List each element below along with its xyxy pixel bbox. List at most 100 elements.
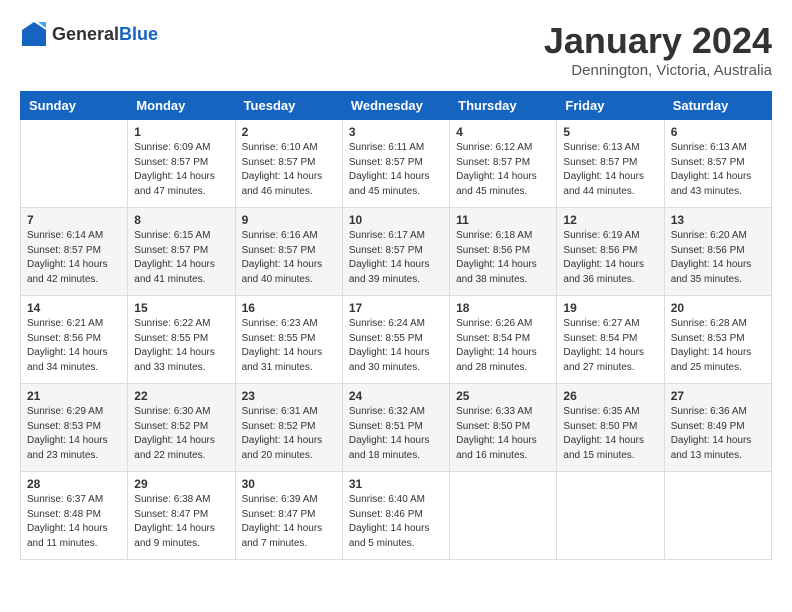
logo-general: General [52,24,119,44]
weekday-header-sunday: Sunday [21,92,128,120]
day-number: 29 [134,477,228,491]
calendar-cell: 5Sunrise: 6:13 AMSunset: 8:57 PMDaylight… [557,120,664,208]
calendar-cell: 20 Sunrise: 6:28 AMSunset: 8:53 PMDayligh… [664,296,771,384]
day-info: Sunrise: 6:13 AMSunset: 8:57 PMDaylight:… [671,141,765,199]
day-number: 9 [242,213,336,227]
calendar-cell: 7 Sunrise: 6:14 AMSunset: 8:57 PMDaylight… [21,208,128,296]
day-number: 19 [563,301,657,315]
day-info: Sunrise: 6:12 AMSunset: 8:57 PMDaylight:… [456,141,550,199]
calendar-week-3: 14Sunrise: 6:21 AMSunset: 8:56 PMDayligh… [21,296,772,384]
day-number: 7 [27,213,121,227]
day-info: Sunrise: 6:09 AMSunset: 8:57 PMDaylight:… [134,141,228,199]
calendar-cell: 24Sunrise: 6:32 AMSunset: 8:51 PMDayligh… [342,384,449,472]
logo-blue: Blue [119,24,158,44]
calendar-cell: 31 Sunrise: 6:40 AMSunset: 8:46 PMDayligh… [342,472,449,560]
day-number: 31 [349,477,443,491]
day-number: 23 [242,389,336,403]
day-number: 12 [563,213,657,227]
day-number: 22 [134,389,228,403]
calendar-header: SundayMondayTuesdayWednesdayThursdayFrid… [21,92,772,120]
day-number: 15 [134,301,228,315]
day-number: 6 [671,125,765,139]
day-number: 13 [671,213,765,227]
day-info: Sunrise: 6:27 AMSunset: 8:54 PMDaylight:… [563,317,657,375]
location-subtitle: Dennington, Victoria, Australia [544,62,772,79]
weekday-header-thursday: Thursday [450,92,557,120]
calendar-week-2: 7 Sunrise: 6:14 AMSunset: 8:57 PMDaylight… [21,208,772,296]
day-info: Sunrise: 6:28 AMSunset: 8:53 PMDaylight:… [671,317,765,375]
calendar-cell: 10Sunrise: 6:17 AMSunset: 8:57 PMDayligh… [342,208,449,296]
day-number: 20 [671,301,765,315]
day-number: 25 [456,389,550,403]
day-info: Sunrise: 6:13 AMSunset: 8:57 PMDaylight:… [563,141,657,199]
title-area: January 2024 Dennington, Victoria, Austr… [544,20,772,79]
day-info: Sunrise: 6:14 AMSunset: 8:57 PMDaylight:… [27,229,121,287]
day-number: 1 [134,125,228,139]
calendar-cell: 8 Sunrise: 6:15 AMSunset: 8:57 PMDaylight… [128,208,235,296]
day-number: 26 [563,389,657,403]
day-info: Sunrise: 6:19 AMSunset: 8:56 PMDaylight:… [563,229,657,287]
calendar-cell: 28Sunrise: 6:37 AMSunset: 8:48 PMDayligh… [21,472,128,560]
calendar-cell: 25 Sunrise: 6:33 AMSunset: 8:50 PMDayligh… [450,384,557,472]
calendar-cell: 27Sunrise: 6:36 AMSunset: 8:49 PMDayligh… [664,384,771,472]
day-number: 2 [242,125,336,139]
day-number: 24 [349,389,443,403]
day-info: Sunrise: 6:40 AMSunset: 8:46 PMDaylight:… [349,493,443,551]
day-info: Sunrise: 6:36 AMSunset: 8:49 PMDaylight:… [671,405,765,463]
weekday-header-friday: Friday [557,92,664,120]
weekday-header-monday: Monday [128,92,235,120]
logo-text: GeneralBlue [52,24,158,45]
day-info: Sunrise: 6:11 AMSunset: 8:57 PMDaylight:… [349,141,443,199]
calendar-week-1: 1 Sunrise: 6:09 AMSunset: 8:57 PMDaylight… [21,120,772,208]
calendar-week-5: 28Sunrise: 6:37 AMSunset: 8:48 PMDayligh… [21,472,772,560]
calendar-week-4: 21Sunrise: 6:29 AMSunset: 8:53 PMDayligh… [21,384,772,472]
calendar-cell: 4 Sunrise: 6:12 AMSunset: 8:57 PMDaylight… [450,120,557,208]
calendar-cell: 1 Sunrise: 6:09 AMSunset: 8:57 PMDaylight… [128,120,235,208]
logo: GeneralBlue [20,20,158,48]
day-info: Sunrise: 6:23 AMSunset: 8:55 PMDaylight:… [242,317,336,375]
day-info: Sunrise: 6:38 AMSunset: 8:47 PMDaylight:… [134,493,228,551]
day-info: Sunrise: 6:39 AMSunset: 8:47 PMDaylight:… [242,493,336,551]
calendar-cell: 12 Sunrise: 6:19 AMSunset: 8:56 PMDayligh… [557,208,664,296]
calendar-table: SundayMondayTuesdayWednesdayThursdayFrid… [20,91,772,560]
calendar-cell: 15 Sunrise: 6:22 AMSunset: 8:55 PMDayligh… [128,296,235,384]
month-title: January 2024 [544,20,772,62]
calendar-cell: 6 Sunrise: 6:13 AMSunset: 8:57 PMDaylight… [664,120,771,208]
calendar-cell: 14Sunrise: 6:21 AMSunset: 8:56 PMDayligh… [21,296,128,384]
calendar-cell: 22Sunrise: 6:30 AMSunset: 8:52 PMDayligh… [128,384,235,472]
day-info: Sunrise: 6:26 AMSunset: 8:54 PMDaylight:… [456,317,550,375]
day-number: 8 [134,213,228,227]
day-number: 30 [242,477,336,491]
calendar-cell: 29 Sunrise: 6:38 AMSunset: 8:47 PMDayligh… [128,472,235,560]
day-info: Sunrise: 6:31 AMSunset: 8:52 PMDaylight:… [242,405,336,463]
calendar-cell: 30 Sunrise: 6:39 AMSunset: 8:47 PMDayligh… [235,472,342,560]
day-info: Sunrise: 6:24 AMSunset: 8:55 PMDaylight:… [349,317,443,375]
calendar-cell [21,120,128,208]
calendar-cell: 18Sunrise: 6:26 AMSunset: 8:54 PMDayligh… [450,296,557,384]
day-info: Sunrise: 6:33 AMSunset: 8:50 PMDaylight:… [456,405,550,463]
day-number: 28 [27,477,121,491]
day-number: 16 [242,301,336,315]
day-number: 4 [456,125,550,139]
day-number: 11 [456,213,550,227]
calendar-cell [557,472,664,560]
weekday-header-tuesday: Tuesday [235,92,342,120]
weekday-header-wednesday: Wednesday [342,92,449,120]
calendar-cell: 21Sunrise: 6:29 AMSunset: 8:53 PMDayligh… [21,384,128,472]
weekday-header-saturday: Saturday [664,92,771,120]
calendar-cell: 9 Sunrise: 6:16 AMSunset: 8:57 PMDaylight… [235,208,342,296]
day-info: Sunrise: 6:35 AMSunset: 8:50 PMDaylight:… [563,405,657,463]
calendar-cell: 26 Sunrise: 6:35 AMSunset: 8:50 PMDayligh… [557,384,664,472]
day-number: 17 [349,301,443,315]
calendar-cell: 17 Sunrise: 6:24 AMSunset: 8:55 PMDayligh… [342,296,449,384]
day-info: Sunrise: 6:16 AMSunset: 8:57 PMDaylight:… [242,229,336,287]
calendar-cell: 11Sunrise: 6:18 AMSunset: 8:56 PMDayligh… [450,208,557,296]
day-number: 21 [27,389,121,403]
day-info: Sunrise: 6:22 AMSunset: 8:55 PMDaylight:… [134,317,228,375]
calendar-cell: 13 Sunrise: 6:20 AMSunset: 8:56 PMDayligh… [664,208,771,296]
page-header: GeneralBlue January 2024 Dennington, Vic… [20,20,772,79]
day-info: Sunrise: 6:17 AMSunset: 8:57 PMDaylight:… [349,229,443,287]
day-info: Sunrise: 6:15 AMSunset: 8:57 PMDaylight:… [134,229,228,287]
calendar-cell: 3Sunrise: 6:11 AMSunset: 8:57 PMDaylight… [342,120,449,208]
day-info: Sunrise: 6:20 AMSunset: 8:56 PMDaylight:… [671,229,765,287]
